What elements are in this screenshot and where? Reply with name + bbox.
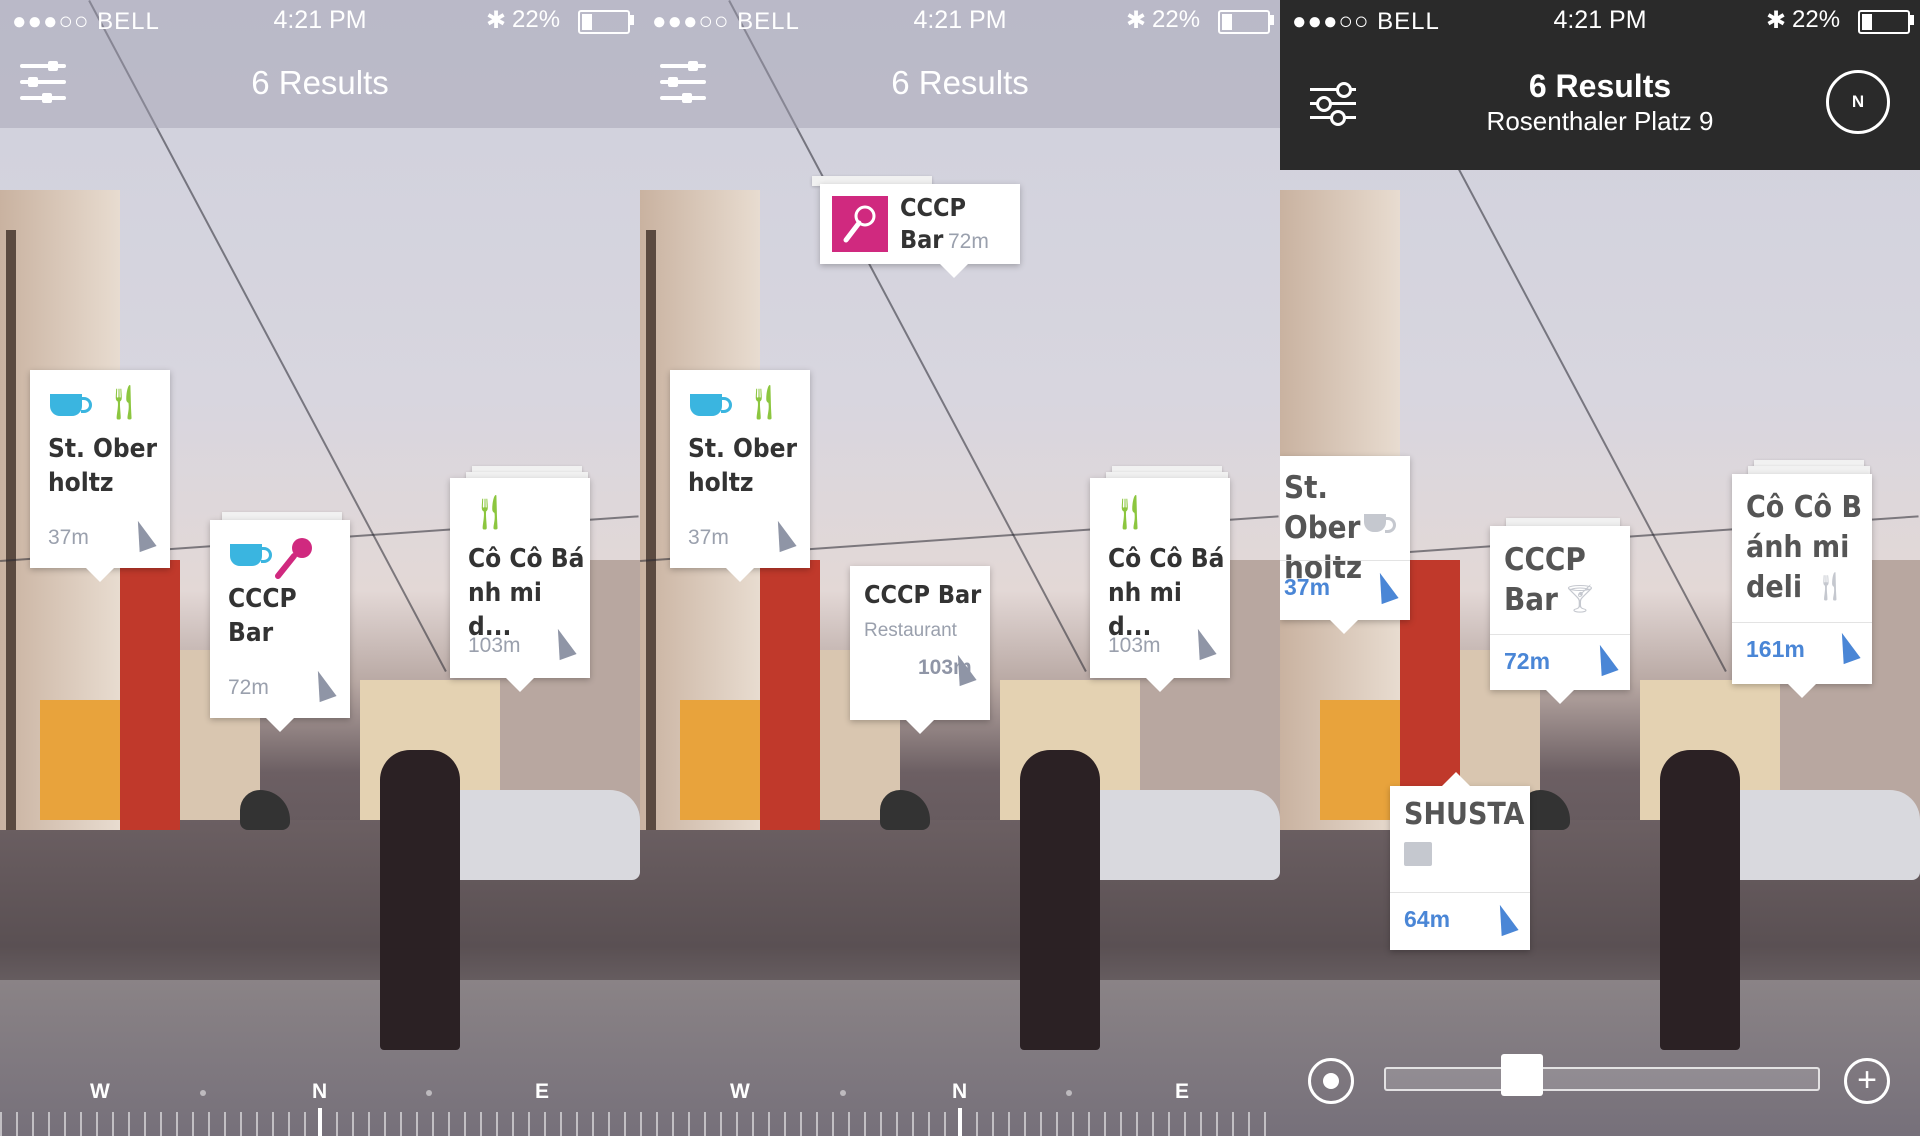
poi-name: SHUSTA: [1404, 797, 1525, 832]
poi-distance: 161m: [1746, 636, 1805, 662]
compass-west: W: [90, 1080, 110, 1103]
bluetooth-icon: ✱: [1766, 7, 1787, 34]
bluetooth-icon: ✱: [1126, 7, 1147, 34]
poi-card[interactable]: Cô Cô B ánh mi deli 🍴︎ 161m: [1732, 474, 1872, 698]
page-title: 6 Results: [891, 64, 1029, 101]
poi-name: St. Ober holtz: [688, 434, 798, 498]
coffee-icon: [690, 394, 732, 416]
poi-distance: 72m: [228, 676, 269, 699]
page-title: 6 Results: [251, 64, 389, 101]
direction-arrow-icon: [1491, 901, 1519, 937]
food-icon: 🍴︎: [1812, 571, 1848, 602]
poi-distance: 72m: [1504, 648, 1551, 674]
selected-poi-popup[interactable]: CCCP Bar 72m: [820, 184, 1020, 278]
poi-card[interactable]: 🍴︎ St. Ober holtz 37m: [30, 370, 170, 582]
microphone-icon: [832, 196, 888, 252]
battery-icon: [578, 10, 630, 34]
zoom-in-button[interactable]: +: [1844, 1058, 1890, 1104]
coffee-icon: [230, 544, 272, 566]
direction-arrow-icon: [769, 517, 797, 553]
filter-menu-icon[interactable]: [1310, 82, 1356, 126]
food-icon: 🍴︎: [742, 384, 786, 422]
food-icon: 🍴︎: [102, 384, 146, 422]
microphone-icon: [275, 538, 312, 579]
status-bar: ●●●○○ BELL 4:21 PM ✱ 22%: [1280, 0, 1920, 40]
poi-distance: 37m: [1284, 574, 1331, 600]
coffee-icon: [1364, 514, 1396, 533]
compass-north: N: [312, 1080, 328, 1103]
poi-distance: 103m: [468, 634, 521, 657]
food-icon: 🍴︎: [468, 494, 512, 532]
poi-distance: 103m: [1108, 634, 1161, 657]
cocktail-icon: 🍸︎: [1562, 583, 1598, 614]
compass-west: W: [730, 1080, 750, 1103]
poi-distance: 37m: [48, 526, 89, 549]
compass-east: E: [1175, 1080, 1190, 1103]
battery-icon: [1218, 10, 1270, 34]
direction-arrow-icon: [1591, 641, 1619, 677]
direction-arrow-icon: [309, 667, 337, 703]
poi-card[interactable]: 🍴︎ Cô Cô Bá nh mi d... 103m: [450, 478, 590, 692]
compass-east: E: [535, 1080, 550, 1103]
poi-card[interactable]: CCCP Bar 🍸︎ 72m: [1490, 526, 1630, 704]
poi-card[interactable]: CCCP Bar Restaurant 103m: [850, 566, 990, 734]
poi-card[interactable]: 🍴︎ St. Ober holtz 37m: [670, 370, 810, 582]
poi-card[interactable]: St. Ober holtz 37m: [1280, 456, 1410, 634]
poi-name: CCCP Bar: [864, 580, 982, 609]
compass-north: N: [952, 1080, 968, 1103]
poi-card[interactable]: SHUSTA 64m: [1390, 772, 1530, 950]
battery-percent: 22%: [512, 6, 561, 33]
battery-percent: 22%: [1152, 6, 1201, 33]
poi-name: CCCP Bar: [228, 584, 297, 648]
zoom-slider[interactable]: [1384, 1067, 1820, 1091]
zoom-slider-thumb[interactable]: [1501, 1054, 1543, 1096]
direction-arrow-icon: [949, 651, 977, 687]
screen-2: ●●●○○ BELL 4:21 PM ✱ 22% 6 Results CCCP …: [640, 0, 1280, 1136]
poi-name: Cô Cô Bá nh mi d...: [468, 544, 585, 642]
battery-icon: [1858, 10, 1910, 34]
poi-name: Cô Cô Bá nh mi d...: [1108, 544, 1225, 642]
compass-button[interactable]: N: [1826, 70, 1890, 134]
direction-arrow-icon: [1833, 629, 1861, 665]
poi-name: St. Ober holtz: [48, 434, 158, 498]
shopping-bag-icon: [1404, 842, 1432, 866]
coffee-icon: [50, 394, 92, 416]
poi-distance: 64m: [1404, 906, 1451, 932]
recenter-location-button[interactable]: [1308, 1058, 1354, 1104]
poi-card[interactable]: CCCP Bar 72m: [210, 520, 350, 732]
bluetooth-icon: ✱: [486, 7, 507, 34]
screen-1: ●●●○○ BELL 4:21 PM ✱ 22% 6 Results 🍴︎ St…: [0, 0, 640, 1136]
poi-category: Restaurant: [864, 620, 957, 641]
heading-marker: [958, 1108, 962, 1136]
status-bar: ●●●○○ BELL 4:21 PM ✱ 22%: [0, 0, 640, 40]
direction-arrow-icon: [1371, 569, 1399, 605]
screen-3: ●●●○○ BELL 4:21 PM ✱ 22% 6 Results Rosen…: [1280, 0, 1920, 1136]
poi-card[interactable]: 🍴︎ Cô Cô Bá nh mi d... 103m: [1090, 478, 1230, 692]
battery-percent: 22%: [1792, 6, 1841, 33]
filter-menu-icon[interactable]: [20, 61, 66, 103]
location-icon: [1323, 1073, 1339, 1089]
status-bar: ●●●○○ BELL 4:21 PM ✱ 22%: [640, 0, 1280, 40]
poi-name: Cô Cô B ánh mi deli: [1746, 490, 1863, 605]
location-subtitle: Rosenthaler Platz 9: [1486, 106, 1714, 136]
filter-menu-icon[interactable]: [660, 61, 706, 103]
heading-marker: [318, 1108, 322, 1136]
poi-distance: 72m: [948, 230, 989, 253]
food-icon: 🍴︎: [1108, 494, 1152, 532]
page-title: 6 Results: [1528, 68, 1672, 104]
poi-distance: 37m: [688, 526, 729, 549]
direction-arrow-icon: [129, 517, 157, 553]
